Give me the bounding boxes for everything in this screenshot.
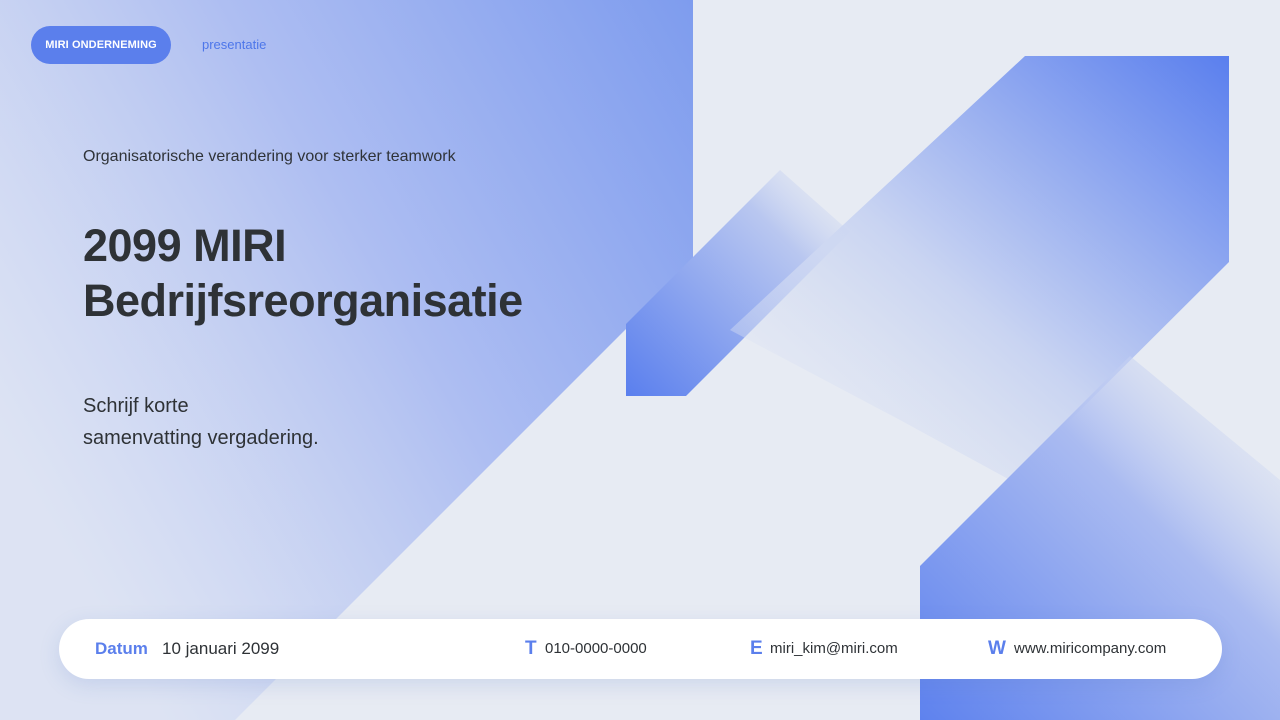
- title-line-2: Bedrijfsreorganisatie: [83, 275, 523, 326]
- email-label: E: [750, 638, 763, 659]
- background-graphics: [0, 0, 1280, 720]
- title-line-1: 2099 MIRI: [83, 220, 287, 271]
- company-badge: MIRI ONDERNEMING: [31, 26, 171, 64]
- slide-title: 2099 MIRI Bedrijfsreorganisatie: [83, 218, 703, 328]
- email-value: miri_kim@miri.com: [770, 640, 898, 657]
- meeting-summary: Schrijf korte samenvatting vergadering.: [83, 390, 483, 454]
- date-label: Datum: [95, 639, 148, 658]
- slide-subtitle: Organisatorische verandering voor sterke…: [83, 148, 456, 165]
- contact-footer: Datum 10 januari 2099 T 010-0000-0000 E …: [59, 619, 1222, 679]
- presentation-label: presentatie: [202, 37, 267, 52]
- date-value: 10 januari 2099: [162, 639, 280, 658]
- phone-label: T: [525, 638, 537, 659]
- phone-value: 010-0000-0000: [545, 640, 647, 657]
- website-label: W: [988, 638, 1006, 659]
- website-value: www.miricompany.com: [1014, 640, 1167, 657]
- summary-line-1: Schrijf korte: [83, 395, 189, 417]
- summary-line-2: samenvatting vergadering.: [83, 427, 319, 449]
